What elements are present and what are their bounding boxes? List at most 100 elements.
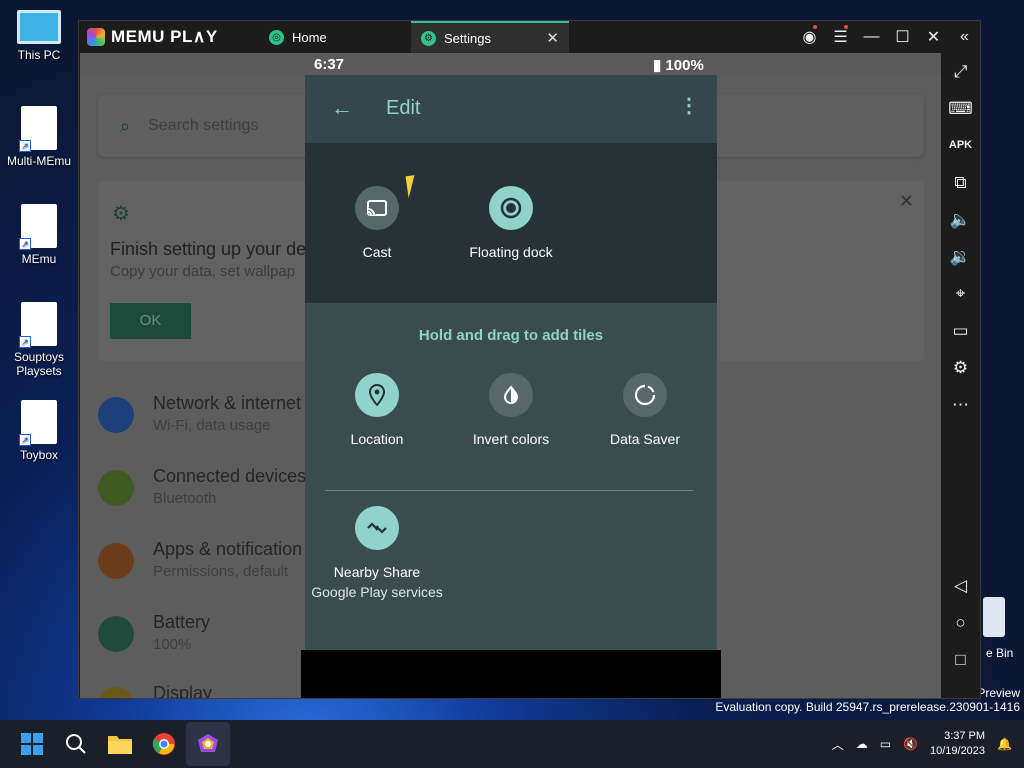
gear-icon: ⚙	[112, 203, 130, 225]
ok-button[interactable]: OK	[110, 303, 191, 339]
tile-label: Invert colors	[472, 431, 550, 447]
more-icon[interactable]: ⋯	[941, 386, 980, 423]
tile-location[interactable]: Location	[307, 373, 447, 447]
recycle-bin-icon[interactable]	[983, 597, 1005, 637]
location-icon[interactable]: ⌖	[941, 275, 980, 312]
setup-card-subtitle: Copy your data, set wallpap	[110, 263, 296, 280]
memu-logo-icon	[87, 28, 105, 46]
keyboard-icon[interactable]: ⌨	[941, 90, 980, 127]
desktop-icon-label: Souptoys Playsets	[13, 350, 65, 378]
tile-sublabel: Google Play services	[311, 584, 443, 600]
title-bar: MEMU PL∧Y ◎ Home ⚙ Settings ✕ ◉ ☰ — ☐ ✕ …	[79, 21, 980, 53]
home-tab-icon: ◎	[269, 29, 284, 45]
tab-home[interactable]: ◎ Home	[259, 21, 411, 53]
tab-label: Settings	[444, 30, 491, 46]
file-explorer-icon[interactable]	[98, 722, 142, 766]
minimize-icon[interactable]: —	[856, 28, 887, 46]
devices-icon	[98, 470, 134, 506]
home-circle-icon[interactable]: ○	[941, 604, 980, 641]
recents-square-icon[interactable]: □	[941, 641, 980, 678]
settings-item-title: Network & internet	[153, 393, 302, 413]
tile-nearby-share[interactable]: Nearby Share Google Play services	[307, 506, 447, 600]
settings-item-title: Apps & notification	[153, 539, 303, 559]
battery-level: 100%	[665, 57, 704, 74]
invert-colors-icon	[489, 373, 533, 417]
android-screen: 6:37 ▮ 100% ⌕ Search settings ⚙ Finish s…	[80, 53, 941, 698]
clock[interactable]: 3:37 PM 10/19/2023	[930, 729, 985, 759]
search-icon: ⌕	[120, 115, 131, 136]
location-pin-icon	[355, 373, 399, 417]
search-placeholder: Search settings	[148, 117, 259, 134]
chrome-icon[interactable]	[142, 722, 186, 766]
settings-item-title: Battery	[153, 612, 211, 632]
settings-item-subtitle: 100%	[153, 636, 192, 653]
dismiss-card-icon[interactable]: ✕	[899, 191, 914, 212]
tile-data-saver[interactable]: Data Saver	[575, 373, 715, 447]
settings-item-title: Display	[153, 683, 213, 698]
settings-gear-icon[interactable]: ⚙	[941, 349, 980, 386]
notification-bell-icon[interactable]: 🔔	[997, 737, 1012, 751]
taskbar: ︿ ☁ ▭ 🔇 3:37 PM 10/19/2023 🔔	[0, 720, 1024, 768]
search-taskbar-icon[interactable]	[54, 722, 98, 766]
android-nav-area	[301, 650, 721, 698]
tile-invert-colors[interactable]: Invert colors	[441, 373, 581, 447]
nearby-share-icon	[355, 506, 399, 550]
evaluation-watermark: Evaluation copy. Build 25947.rs_prerelea…	[715, 700, 1020, 714]
network-icon[interactable]: ▭	[880, 737, 891, 751]
close-tab-icon[interactable]: ✕	[546, 29, 559, 47]
battery-icon	[98, 616, 134, 652]
tab-settings[interactable]: ⚙ Settings ✕	[411, 21, 569, 53]
back-arrow-icon[interactable]: ←	[331, 95, 353, 121]
folder-icon[interactable]: ▭	[941, 312, 980, 349]
tile-label: Data Saver	[609, 431, 681, 447]
chevron-up-icon[interactable]: ︿	[832, 736, 844, 753]
apps-icon	[98, 543, 134, 579]
file-shortcut-icon: ↗	[19, 400, 57, 446]
desktop-icon-label: This PC	[17, 48, 61, 62]
floating-dock-icon	[489, 186, 533, 230]
start-button[interactable]	[10, 722, 54, 766]
more-options-icon[interactable]: ⋮	[679, 93, 699, 118]
edit-tiles-panel: ← Edit ⋮ Cast Floating dock Hold and dra…	[305, 75, 717, 650]
desktop-icon-multi-memu[interactable]: ↗ Multi-MEmu	[3, 106, 75, 168]
settings-item-subtitle: Bluetooth	[153, 490, 217, 507]
volume-muted-icon[interactable]: 🔇	[903, 737, 918, 751]
display-icon	[98, 687, 134, 698]
fullscreen-icon[interactable]: ⤢	[941, 53, 980, 90]
drag-hint: Hold and drag to add tiles	[418, 327, 604, 344]
memu-taskbar-icon[interactable]	[186, 722, 230, 766]
multi-window-icon[interactable]: ⧉	[941, 164, 980, 201]
file-shortcut-icon: ↗	[19, 204, 57, 250]
onedrive-icon[interactable]: ☁	[856, 737, 868, 751]
tile-label: Location	[350, 431, 404, 447]
desktop-icon-this-pc[interactable]: This PC	[3, 10, 75, 62]
setup-card-title: Finish setting up your de	[110, 239, 307, 259]
desktop-icon-souptoys[interactable]: ↗ Souptoys Playsets	[3, 302, 75, 378]
desktop-icon-label: Multi-MEmu	[6, 154, 71, 168]
desktop-icon-toybox[interactable]: ↗ Toybox	[3, 400, 75, 462]
tab-label: Home	[292, 29, 327, 45]
maximize-icon[interactable]: ☐	[887, 27, 918, 47]
account-icon[interactable]: ◉	[794, 25, 825, 47]
settings-item-subtitle: Wi-Fi, data usage	[153, 417, 271, 434]
settings-item-title: Connected devices	[153, 466, 307, 486]
apk-icon[interactable]: APK	[941, 127, 980, 164]
back-triangle-icon[interactable]: ◁	[941, 567, 980, 604]
close-icon[interactable]: ✕	[918, 27, 949, 47]
tile-cast[interactable]: Cast	[307, 186, 447, 260]
status-time: 6:37	[314, 56, 345, 73]
volume-up-icon[interactable]: 🔈	[941, 201, 980, 238]
tiles-divider	[325, 490, 693, 491]
recycle-bin-label: e Bin	[986, 646, 1014, 660]
tile-floating-dock[interactable]: Floating dock	[441, 186, 581, 260]
volume-down-icon[interactable]: 🔉	[941, 238, 980, 275]
memu-window: MEMU PL∧Y ◎ Home ⚙ Settings ✕ ◉ ☰ — ☐ ✕ …	[78, 20, 981, 699]
window-controls: ◉ ☰ — ☐ ✕ «	[794, 21, 980, 53]
edit-title: Edit	[386, 97, 421, 119]
system-tray: ︿ ☁ ▭ 🔇 3:37 PM 10/19/2023 🔔	[832, 720, 1024, 768]
cast-icon	[355, 186, 399, 230]
desktop-icon-memu[interactable]: ↗ MEmu	[3, 204, 75, 266]
menu-icon[interactable]: ☰	[825, 25, 856, 47]
memu-brand: MEMU PL∧Y	[111, 27, 218, 46]
collapse-sidebar-icon[interactable]: «	[949, 28, 980, 46]
